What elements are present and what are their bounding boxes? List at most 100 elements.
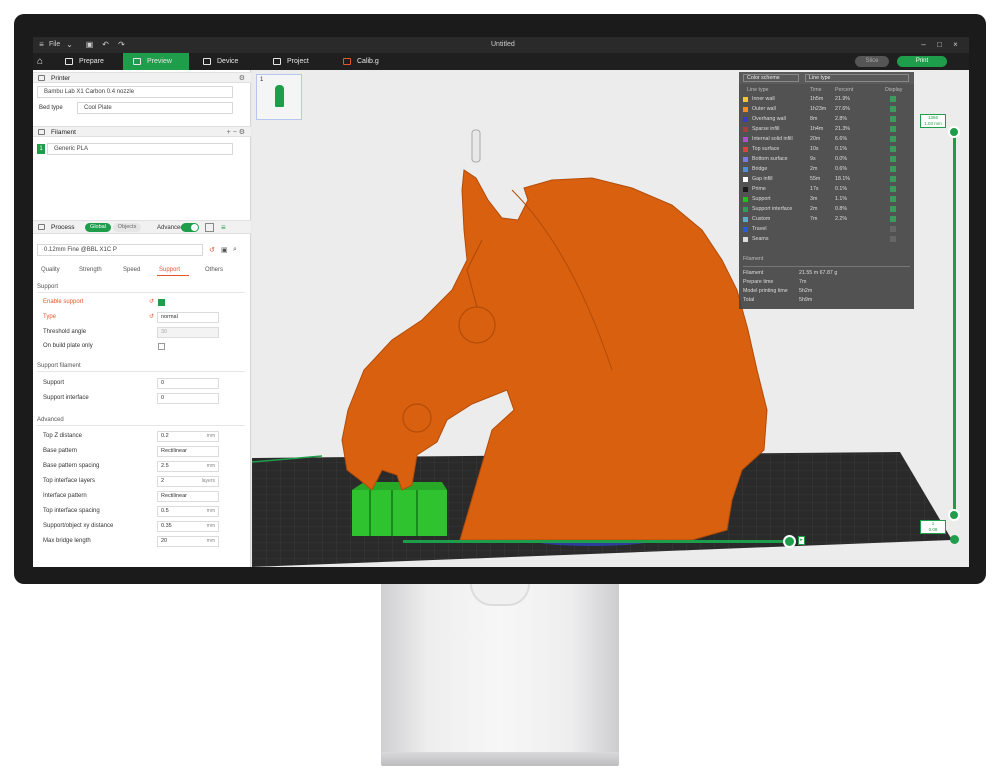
printer-select[interactable]: Bambu Lab X1 Carbon 0.4 nozzle (37, 86, 233, 98)
support-type-select[interactable]: normal (157, 312, 219, 323)
layer-slider-track[interactable] (953, 132, 956, 512)
legend-row[interactable]: Bridge 2m 0.6% (743, 166, 911, 174)
redo-icon[interactable]: ↷ (117, 40, 126, 49)
legend-row[interactable]: Gap infill 55m 18.1% (743, 176, 911, 184)
legend-row[interactable]: Prime 17s 0.1% (743, 186, 911, 194)
legend-row[interactable]: Inner wall 1h5m 21.9% (743, 96, 911, 104)
save-preset-icon[interactable]: ▣ (221, 246, 228, 254)
legend-row[interactable]: Overhang wall 8m 2.8% (743, 116, 911, 124)
on-build-plate-checkbox[interactable] (158, 343, 165, 350)
3d-preview-viewport[interactable]: 1 Color scheme Line type Line type Time … (252, 70, 969, 567)
display-checkbox[interactable] (890, 156, 896, 162)
settings-gear-icon[interactable]: ⚙ (239, 74, 245, 82)
display-checkbox[interactable] (890, 236, 896, 242)
xy-distance-input[interactable]: 0.35 mm (157, 521, 219, 532)
interface-pattern-select[interactable]: Rectilinear (157, 491, 219, 502)
top-interface-spacing-input[interactable]: 0.5 mm (157, 506, 219, 517)
minimize-icon[interactable]: – (919, 40, 928, 49)
display-checkbox[interactable] (890, 96, 896, 102)
tab-device[interactable]: Device (193, 53, 259, 70)
tab-strength[interactable]: Strength (79, 267, 102, 273)
bedtype-select[interactable]: Cool Plate (77, 102, 233, 114)
reset-icon[interactable]: ↺ (149, 298, 154, 305)
print-button[interactable]: Print (897, 56, 947, 67)
legend-row[interactable]: Support 3m 1.1% (743, 196, 911, 204)
slice-button[interactable]: Slice (855, 56, 889, 67)
line-type-swatch (743, 207, 748, 212)
display-checkbox[interactable] (890, 136, 896, 142)
save-icon[interactable]: ▣ (85, 40, 94, 49)
display-checkbox[interactable] (890, 166, 896, 172)
display-checkbox[interactable] (890, 216, 896, 222)
tab-preview[interactable]: Preview (123, 53, 189, 70)
legend-row[interactable]: Support interface 2m 0.8% (743, 206, 911, 214)
undo-icon[interactable]: ↶ (101, 40, 110, 49)
base-pattern-spacing-input[interactable]: 2.5 mm (157, 461, 219, 472)
support-interface-select[interactable]: 0 (157, 393, 219, 404)
support-filament-select[interactable]: 0 (157, 378, 219, 389)
tab-support[interactable]: Support (159, 267, 180, 273)
tab-quality[interactable]: Quality (41, 267, 60, 273)
filament-select[interactable]: Generic PLA (47, 143, 233, 155)
objects-toggle[interactable]: Objects (113, 223, 141, 232)
threshold-angle-input[interactable]: 30 (157, 327, 219, 338)
printer-section-header[interactable]: Printer ⚙ (33, 72, 251, 83)
display-checkbox[interactable] (890, 206, 896, 212)
enable-support-checkbox[interactable] (158, 299, 165, 306)
tab-others[interactable]: Others (205, 267, 223, 273)
legend-row[interactable]: Internal solid infill 20m 6.6% (743, 136, 911, 144)
tab-calibration[interactable]: Calib.g (333, 53, 399, 70)
tab-prepare[interactable]: Prepare (55, 53, 121, 70)
layer-slider-top-handle[interactable] (948, 126, 960, 138)
line-type-select[interactable]: Line type (805, 74, 909, 82)
chevron-down-icon[interactable]: ⌄ (65, 40, 74, 49)
maximize-icon[interactable]: □ (935, 40, 944, 49)
line-type-percent: 27.6% (835, 106, 851, 112)
legend-row[interactable]: Sparse infill 1h4m 21.3% (743, 126, 911, 134)
calibration-icon (343, 58, 351, 65)
file-menu[interactable]: File (49, 41, 60, 48)
display-checkbox[interactable] (890, 196, 896, 202)
display-checkbox[interactable] (890, 146, 896, 152)
reset-icon[interactable]: ↺ (149, 313, 154, 320)
display-checkbox[interactable] (890, 116, 896, 122)
advanced-toggle[interactable] (181, 223, 199, 232)
move-slider-handle[interactable] (783, 535, 796, 548)
legend-row[interactable]: Custom 7m 2.2% (743, 216, 911, 224)
max-bridge-length-input[interactable]: 20 mm (157, 536, 219, 547)
home-icon[interactable]: ⌂ (37, 56, 48, 67)
display-checkbox[interactable] (890, 126, 896, 132)
layer-slider-bottom-handle[interactable] (948, 509, 960, 521)
global-toggle[interactable]: Global (85, 223, 111, 232)
reset-icon[interactable]: ↺ (209, 246, 215, 254)
display-checkbox[interactable] (890, 186, 896, 192)
legend-row[interactable]: Seams (743, 236, 911, 244)
layer-settings-icon[interactable] (950, 535, 959, 544)
color-scheme-select[interactable]: Color scheme (743, 74, 799, 82)
display-checkbox[interactable] (890, 226, 896, 232)
filament-actions-icon[interactable]: + − ⚙ (227, 128, 245, 136)
tab-project[interactable]: Project (263, 53, 329, 70)
legend-row[interactable]: Travel (743, 226, 911, 234)
base-pattern-select[interactable]: Rectilinear (157, 446, 219, 457)
top-z-distance-input[interactable]: 0.2 mm (157, 431, 219, 442)
plate-thumbnail[interactable]: 1 (256, 74, 302, 120)
legend-row[interactable]: Top surface 10s 0.1% (743, 146, 911, 154)
process-preset-select[interactable]: 0.12mm Fine @BBL X1C P (37, 244, 203, 256)
display-checkbox[interactable] (890, 176, 896, 182)
tab-speed[interactable]: Speed (123, 267, 140, 273)
line-type-name: Custom (752, 216, 771, 222)
legend-row[interactable]: Bottom surface 9s 0.0% (743, 156, 911, 164)
legend-row[interactable]: Outer wall 1h23m 27.6% (743, 106, 911, 114)
top-interface-layers-input[interactable]: 2 layers (157, 476, 219, 487)
menu-icon[interactable]: ≡ (37, 40, 46, 49)
close-icon[interactable]: × (951, 40, 960, 49)
display-checkbox[interactable] (890, 106, 896, 112)
filament-slot-badge: 1 (37, 144, 45, 154)
move-slider-track[interactable] (403, 540, 791, 543)
filament-section-header[interactable]: Filament + − ⚙ (33, 126, 251, 137)
search-icon[interactable]: ⌕ (233, 246, 237, 254)
compare-icon[interactable] (205, 223, 214, 232)
line-type-swatch (743, 147, 748, 152)
filter-icon[interactable]: ≡ (221, 223, 226, 232)
